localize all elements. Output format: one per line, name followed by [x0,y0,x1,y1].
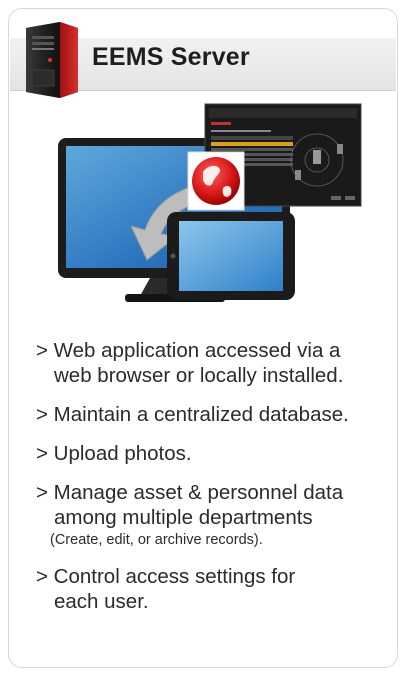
feature-line-continued: among multiple departments [54,506,313,529]
feature-item: > Upload photos. [36,441,396,466]
feature-line: > Upload photos. [36,442,192,465]
feature-note: (Create, edit, or archive records). [50,532,263,548]
page-title: EEMS Server [92,43,250,71]
feature-line-continued: web browser or locally installed. [54,364,344,387]
server-tower-icon [26,22,78,98]
globe-icon [187,151,245,211]
tablet-icon [167,212,295,300]
feature-list: > Web application accessed via a web bro… [36,338,396,628]
feature-item: > Maintain a centralized database. [36,402,396,427]
feature-line: > Web application accessed via a [36,339,341,362]
feature-line: > Maintain a centralized database. [36,403,349,426]
feature-item: > Control access settings for each user. [36,564,396,614]
feature-line: > Control access settings for [36,565,296,588]
feature-item: > Manage asset & personnel data among mu… [36,480,396,550]
devices-illustration [58,103,362,302]
feature-item: > Web application accessed via a web bro… [36,338,396,388]
feature-line-continued: each user. [54,590,149,613]
feature-line: > Manage asset & personnel data [36,481,344,504]
